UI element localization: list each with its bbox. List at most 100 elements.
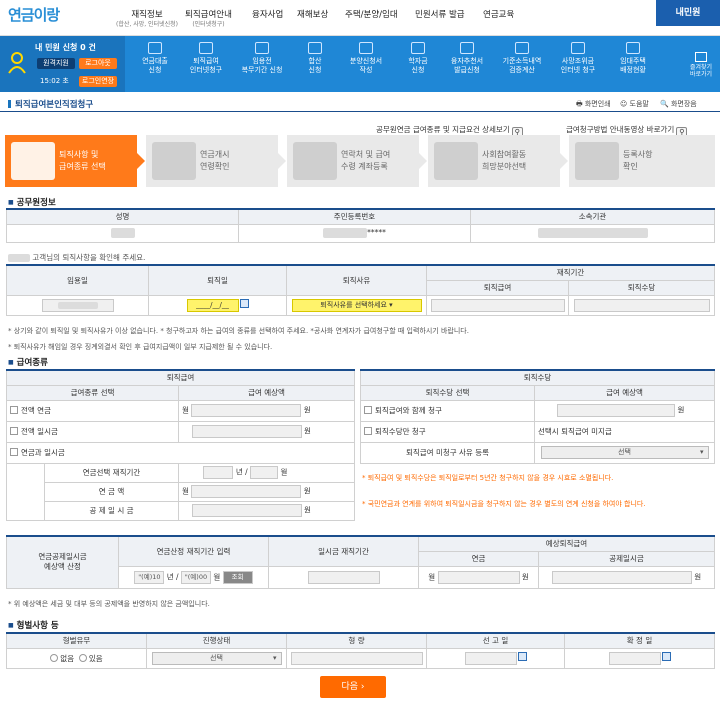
- option-full-lumpsum[interactable]: 전액 일시금: [6, 420, 179, 443]
- period-allowance-header: 퇴직수당: [567, 279, 716, 296]
- service-7[interactable]: 융자추천서 발급신청: [442, 40, 492, 75]
- service-2[interactable]: 퇴직급여 인터넷청구: [181, 40, 231, 75]
- next-button[interactable]: 다음 ›: [320, 676, 386, 698]
- menu-retirement-benefit[interactable]: 퇴직급여안내 (인터넷청구): [185, 10, 232, 30]
- remote-support-button[interactable]: 원격지원: [37, 58, 75, 69]
- lumpsum-period-value: [268, 565, 419, 589]
- checkbox[interactable]: [364, 406, 372, 414]
- benefit-type-header: 급여종류 선택: [6, 384, 179, 401]
- calc-period-header: 연금산정 재직기간 입력: [118, 535, 269, 567]
- confirm-date-header: 확 정 일: [564, 632, 715, 649]
- benefit-amount-header: 급여 예상액: [177, 384, 356, 401]
- menu-disaster-compensation[interactable]: 재해보상: [297, 10, 328, 20]
- site-logo[interactable]: 연금이랑: [8, 4, 60, 25]
- menu-document-issue[interactable]: 민원서류 발급: [415, 10, 465, 20]
- service-1[interactable]: 연금대출 신청: [130, 40, 180, 75]
- expected-benefit-header: 예상퇴직급여: [418, 535, 715, 552]
- lumpsum-period-header: 일시금 재직기간: [268, 535, 419, 567]
- retire-table: 임용일 퇴직일 퇴직사유 재직기간 퇴직급여 퇴직수당 ____/__/__ 퇴직사유를…: [6, 264, 716, 316]
- retire-notice: 고객님의 퇴직사항을 확인해 주세요.: [8, 252, 145, 263]
- step-4: 사회참여활동 희망분야선택: [428, 135, 568, 187]
- document-icon: [148, 42, 162, 54]
- official-info-heading: 공무원정보: [8, 196, 56, 208]
- deduct-lumpsum-label: 공 제 일 시 금: [44, 500, 179, 521]
- radio-yes[interactable]: [78, 653, 87, 662]
- house-icon: [359, 42, 373, 54]
- calendar-icon[interactable]: [239, 299, 249, 308]
- menu-loan[interactable]: 융자사업: [252, 10, 283, 20]
- building-icon: [626, 42, 640, 54]
- print-tool[interactable]: 🖶 화면인쇄: [576, 99, 611, 111]
- retire-note-2: * 퇴직사유가 해임일 경우 징계외결서 확인 후 급여지급액이 일부 지급제한…: [8, 343, 273, 351]
- service-3[interactable]: 임용전 복무기간 신청: [237, 40, 287, 75]
- sentence-header: 형 량: [286, 632, 427, 649]
- estimate-note: * 위 예상액은 세금 및 대부 등의 공제액을 반영하지 않은 금액입니다.: [8, 600, 210, 608]
- lookup-button[interactable]: 조회: [222, 570, 253, 584]
- option-full-pension[interactable]: 전액 연금: [6, 399, 179, 422]
- calendar-icon: [255, 42, 269, 54]
- calendar-icon: [152, 142, 196, 180]
- logout-button[interactable]: 로그아웃: [79, 58, 117, 69]
- calendar-icon[interactable]: [661, 652, 671, 661]
- sentence-date-header: 선 고 일: [426, 632, 565, 649]
- menu-pension-education[interactable]: 연금교육: [483, 10, 514, 20]
- notebook-icon: [11, 142, 55, 180]
- menu-housing[interactable]: 주택/분양/임대: [345, 10, 398, 20]
- help-tool[interactable]: ☺ 도움말: [620, 99, 649, 109]
- benefit-left-title: 퇴직급여: [5, 369, 356, 386]
- allowance-unpaid-note: 선택시 퇴직급여 미지급: [533, 420, 716, 443]
- full-lumpsum-amount: 원: [177, 420, 356, 443]
- computer-icon: [199, 42, 213, 54]
- my-civil-button[interactable]: 내민원: [656, 0, 720, 26]
- sentence-cell: [286, 647, 427, 669]
- benefit-heading: 급여종류: [8, 356, 48, 368]
- retire-note-1: * 상기와 같이 퇴직일 및 퇴직사유가 이상 없습니다. * 청구하고자 하는…: [8, 327, 469, 335]
- session-timer: 15:02 초: [40, 77, 69, 85]
- official-info-table: 성명 주민등록번호 소속기관 *****: [6, 208, 715, 243]
- option-allowance-only[interactable]: 퇴직수당만 청구: [360, 420, 535, 443]
- penalty-heading: 형벌사항 등: [8, 619, 59, 631]
- calendar-icon[interactable]: [517, 652, 527, 661]
- allowance-type-header: 퇴직수당 선택: [360, 384, 535, 401]
- appointment-date: [6, 294, 149, 316]
- ssn-header: 주민등록번호: [238, 208, 471, 225]
- service-10[interactable]: 임대주택 배정현황: [608, 40, 658, 75]
- service-5[interactable]: 분양신청서 작성: [341, 40, 391, 75]
- retirement-benefit-table: 퇴직급여 급여종류 선택 급여 예상액 전액 연금 월 원 전액 일시금 원 연금과…: [5, 369, 356, 521]
- expected-pension-value: 월 원: [418, 565, 539, 589]
- retire-date-input[interactable]: ____/__/__: [186, 298, 239, 312]
- service-6[interactable]: 학자금 신청: [393, 40, 443, 75]
- radio-no[interactable]: [50, 653, 59, 662]
- zoom-tool[interactable]: 🔍 화면장음: [660, 99, 697, 109]
- step-2: 연금개시 연령확인: [146, 135, 286, 187]
- checkbox[interactable]: [10, 406, 18, 414]
- unclaimed-reason-select[interactable]: 선택 ▾: [540, 446, 709, 459]
- service-9[interactable]: 사망조위금 인터넷 청구: [553, 40, 603, 75]
- calc-year-input[interactable]: "(예)10: [134, 570, 165, 584]
- option-with-benefit[interactable]: 퇴직급여와 함께 청구: [360, 399, 535, 422]
- allowance-amount-header: 급여 예상액: [533, 384, 716, 401]
- period-benefit-value: [426, 294, 569, 316]
- menu-employment-info[interactable]: 재직정보 (합산, 사망, 인터넷신청): [116, 10, 178, 30]
- estimate-table: 연금공제일시금 예상액 산정 연금산정 재직기간 입력 일시금 재직기간 예상퇴직급여…: [6, 535, 715, 589]
- service-4[interactable]: 합산 신청: [290, 40, 340, 75]
- calc-month-input[interactable]: "(예)00: [180, 570, 211, 584]
- retire-reason-select[interactable]: 퇴직사유를 선택하세요 ▾: [291, 298, 422, 312]
- checkbox[interactable]: [10, 448, 18, 456]
- card-icon: [571, 42, 585, 54]
- service-8[interactable]: 기준소득내역 검증계산: [497, 40, 547, 75]
- chart-icon: [515, 42, 529, 54]
- status-select[interactable]: 선택 ▾: [151, 651, 282, 665]
- step-3: 연락처 및 급여 수령 계좌등록: [287, 135, 427, 187]
- agency-header: 소속기관: [470, 208, 715, 225]
- penalty-table: 형벌유무 진행상태 형 량선 고 일확 정 일 없음 있음 선택 ▾: [6, 632, 715, 669]
- extend-login-button[interactable]: 로그인연장: [79, 76, 117, 87]
- option-mixed[interactable]: 연금과 일시금: [5, 441, 356, 464]
- allowance-amount: 원: [533, 399, 716, 422]
- checkbox[interactable]: [364, 427, 372, 435]
- favorites-button[interactable]: 즐겨찾기 바로가기: [686, 52, 716, 78]
- plus-icon: [308, 42, 322, 54]
- checkbox[interactable]: [10, 427, 18, 435]
- expected-pension-header: 연금: [418, 550, 539, 567]
- status-header: 진행상태: [146, 632, 287, 649]
